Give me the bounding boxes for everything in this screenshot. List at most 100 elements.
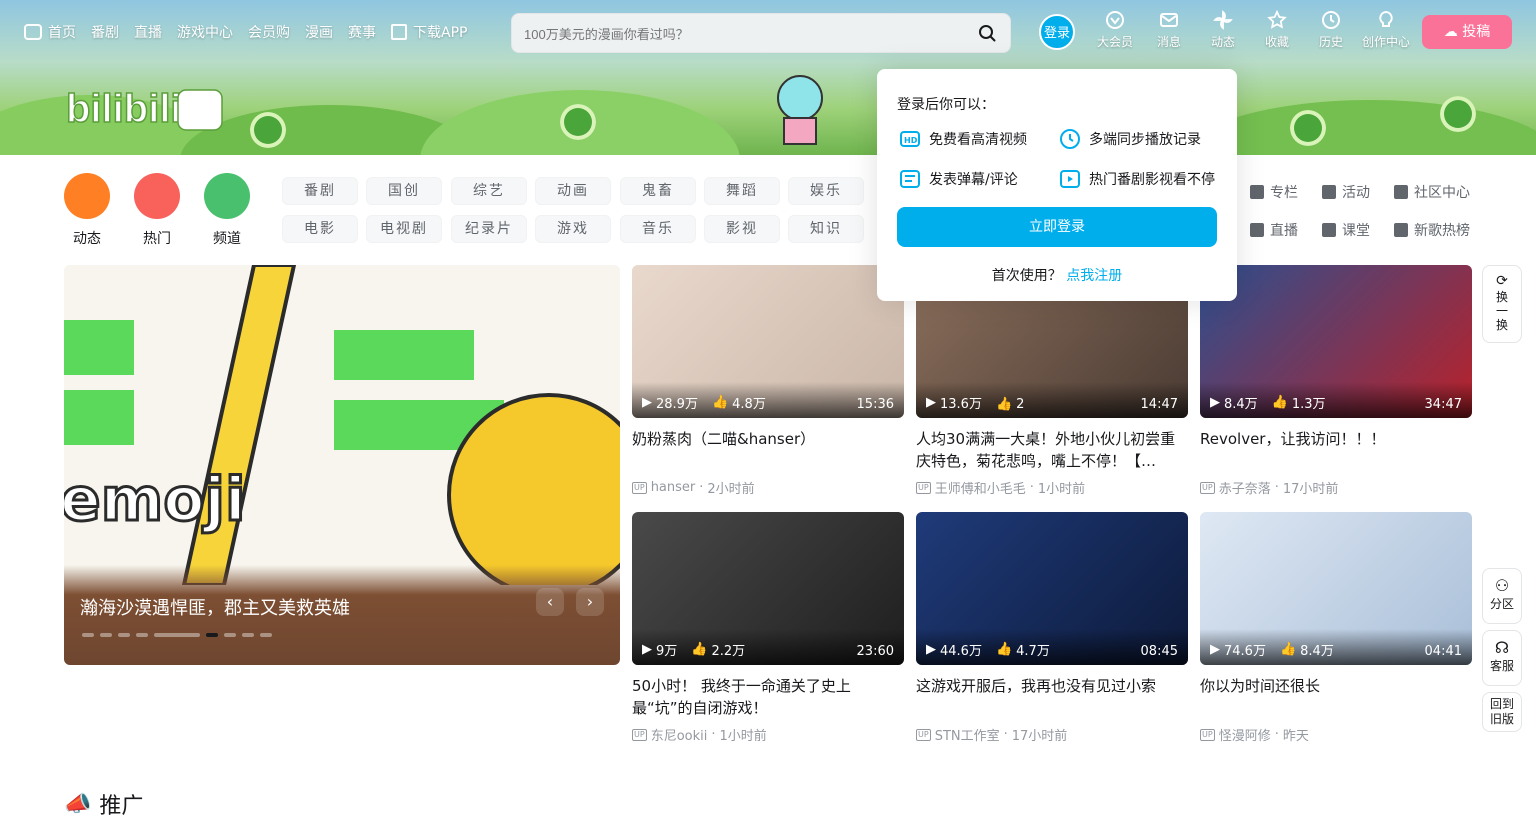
upload-button[interactable]: ☁ 投稿 bbox=[1422, 15, 1512, 49]
video-card[interactable]: ▶ 74.6万 👍 8.4万 04:41 你以为时间还很长 UP 怪漫阿修 · 昨天 bbox=[1200, 512, 1472, 744]
link-new-songs[interactable]: 新歌热榜 bbox=[1394, 220, 1470, 240]
video-title[interactable]: 50小时！ 我终于一命通关了史上最“坑”的自闭游戏！ bbox=[632, 675, 904, 719]
feature-label: 免费看高清视频 bbox=[929, 132, 1027, 148]
chip-film[interactable]: 影视 bbox=[704, 215, 780, 243]
video-thumbnail[interactable]: ▶ 28.9万 👍 4.8万 15:36 bbox=[632, 265, 904, 418]
customer-service-button[interactable]: ☊ 客服 bbox=[1482, 630, 1522, 686]
old-version-label: 回到旧版 bbox=[1489, 697, 1514, 726]
chip-tv[interactable]: 电视剧 bbox=[366, 215, 442, 243]
thumbs-up-icon: 👍 bbox=[711, 395, 729, 410]
message-entry[interactable]: 消息 bbox=[1142, 10, 1196, 50]
video-thumbnail[interactable]: ▶ 9万 👍 2.2万 23:60 bbox=[632, 512, 904, 665]
register-link[interactable]: 点我注册 bbox=[1066, 268, 1122, 284]
video-card[interactable]: ▶ 8.4万 👍 1.3万 34:47 Revolver，让我访问！！！ UP 赤子奈… bbox=[1200, 265, 1472, 497]
channel-channels[interactable]: 频道 bbox=[192, 173, 262, 248]
chip-game[interactable]: 游戏 bbox=[535, 215, 611, 243]
carousel-dot[interactable] bbox=[136, 633, 148, 637]
video-title[interactable]: 你以为时间还很长 bbox=[1200, 675, 1472, 719]
views-count: 74.6万 bbox=[1224, 644, 1266, 659]
history-entry[interactable]: 历史 bbox=[1304, 10, 1358, 50]
carousel-dot[interactable] bbox=[118, 633, 130, 637]
carousel-dot[interactable] bbox=[242, 633, 254, 637]
chip-music[interactable]: 音乐 bbox=[620, 215, 696, 243]
uploader-name[interactable]: 怪漫阿修 bbox=[1219, 725, 1271, 744]
carousel-title[interactable]: 瀚海沙漠遇悍匪，郡主又美救英雄 bbox=[80, 594, 350, 620]
chip-documentary[interactable]: 纪录片 bbox=[451, 215, 527, 243]
nav-home[interactable]: 首页 bbox=[24, 22, 76, 42]
chip-movie[interactable]: 电影 bbox=[282, 215, 358, 243]
uploader-name[interactable]: hanser bbox=[651, 480, 696, 495]
nav-match[interactable]: 赛事 bbox=[348, 22, 376, 42]
video-stats: ▶ 74.6万 👍 8.4万 04:41 bbox=[1200, 629, 1472, 665]
carousel-dot-active[interactable] bbox=[206, 633, 218, 637]
music-icon bbox=[1394, 223, 1408, 237]
old-version-button[interactable]: 回到旧版 bbox=[1482, 692, 1522, 732]
chip-guochuang[interactable]: 国创 bbox=[366, 177, 442, 205]
carousel-dot[interactable] bbox=[260, 633, 272, 637]
carousel-dot[interactable] bbox=[224, 633, 236, 637]
chip-dance[interactable]: 舞蹈 bbox=[704, 177, 780, 205]
vip-entry[interactable]: 大会员 bbox=[1088, 10, 1142, 50]
thumbs-up-icon: 👍 bbox=[1279, 642, 1297, 657]
nav-manga[interactable]: 漫画 bbox=[305, 22, 333, 42]
dynamic-entry[interactable]: 动态 bbox=[1196, 10, 1250, 50]
carousel-prev-button[interactable]: ‹ bbox=[536, 588, 564, 616]
video-card[interactable]: ▶ 9万 👍 2.2万 23:60 50小时！ 我终于一命通关了史上最“坑”的自闭游… bbox=[632, 512, 904, 744]
video-card[interactable]: ▶ 44.6万 👍 4.7万 08:45 这游戏开服后，我再也没有见过小索 UP ST… bbox=[916, 512, 1188, 744]
video-thumbnail[interactable]: ▶ 44.6万 👍 4.7万 08:45 bbox=[916, 512, 1188, 665]
video-thumbnail[interactable]: ▶ 8.4万 👍 1.3万 34:47 bbox=[1200, 265, 1472, 418]
carousel-next-button[interactable]: › bbox=[576, 588, 604, 616]
nav-live[interactable]: 直播 bbox=[134, 22, 162, 42]
channel-hot[interactable]: 热门 bbox=[122, 173, 192, 248]
column-icon bbox=[1250, 185, 1264, 199]
video-title[interactable]: 奶粉蒸肉（二喵&hanser） bbox=[632, 428, 904, 472]
category-button[interactable]: ⚇ 分区 bbox=[1482, 568, 1522, 624]
video-title[interactable]: Revolver，让我访问！！！ bbox=[1200, 428, 1472, 472]
chip-animation[interactable]: 动画 bbox=[535, 177, 611, 205]
video-thumbnail[interactable]: ▶ 74.6万 👍 8.4万 04:41 bbox=[1200, 512, 1472, 665]
login-avatar-button[interactable]: 登录 bbox=[1039, 14, 1075, 50]
uploader-name[interactable]: 东尼ookii bbox=[651, 725, 708, 744]
video-title[interactable]: 这游戏开服后，我再也没有见过小索 bbox=[916, 675, 1188, 719]
svg-text:emoji: emoji bbox=[64, 465, 246, 535]
uploader-name[interactable]: 赤子奈落 bbox=[1219, 478, 1271, 497]
promo-section-header: 📣 推广 bbox=[64, 788, 143, 820]
login-now-button[interactable]: 立即登录 bbox=[897, 207, 1217, 247]
uploader-name[interactable]: STN工作室 bbox=[935, 725, 1000, 744]
favorites-entry[interactable]: 收藏 bbox=[1250, 10, 1304, 50]
chip-kichiku[interactable]: 鬼畜 bbox=[620, 177, 696, 205]
views-count: 28.9万 bbox=[656, 397, 698, 412]
video-meta: UP STN工作室 · 17小时前 bbox=[916, 725, 1188, 744]
link-column[interactable]: 专栏 bbox=[1250, 182, 1298, 202]
uploader-name[interactable]: 王师傅和小毛毛 bbox=[935, 478, 1026, 497]
channel-dynamic[interactable]: 动态 bbox=[52, 173, 122, 248]
link-live[interactable]: 直播 bbox=[1250, 220, 1298, 240]
link-classroom[interactable]: 课堂 bbox=[1322, 220, 1370, 240]
banner-carousel[interactable]: emoji 瀚海沙漠遇悍匪，郡主又美救英雄 ‹ › bbox=[64, 265, 620, 665]
link-activity[interactable]: 活动 bbox=[1322, 182, 1370, 202]
nav-game-center[interactable]: 游戏中心 bbox=[177, 22, 233, 42]
creator-center-entry[interactable]: 创作中心 bbox=[1358, 10, 1414, 50]
clover-decoration bbox=[250, 112, 286, 148]
carousel-dot[interactable] bbox=[154, 633, 200, 637]
nav-vip-shop[interactable]: 会员购 bbox=[248, 22, 290, 42]
video-title[interactable]: 人均30满满一大桌！外地小伙儿初尝重庆特色，菊花悲鸣，嘴上不停！【… bbox=[916, 428, 1188, 472]
refresh-button[interactable]: ⟳ 换一换 bbox=[1482, 265, 1522, 343]
search-icon[interactable] bbox=[978, 24, 996, 42]
views-stat: ▶ 74.6万 bbox=[1210, 640, 1266, 659]
play-icon: ▶ bbox=[1210, 395, 1220, 410]
carousel-dot[interactable] bbox=[82, 633, 94, 637]
carousel-dot[interactable] bbox=[100, 633, 112, 637]
search-input[interactable] bbox=[524, 22, 964, 46]
chip-bangumi[interactable]: 番剧 bbox=[282, 177, 358, 205]
chip-knowledge[interactable]: 知识 bbox=[788, 215, 864, 243]
nav-download-app[interactable]: 下载APP bbox=[391, 22, 467, 42]
channel-label: 动态 bbox=[73, 231, 101, 247]
nav-anime[interactable]: 番剧 bbox=[91, 22, 119, 42]
link-community[interactable]: 社区中心 bbox=[1394, 182, 1470, 202]
chip-entertainment[interactable]: 娱乐 bbox=[788, 177, 864, 205]
bilibili-logo[interactable]: bilibili bbox=[66, 82, 226, 132]
chip-variety[interactable]: 综艺 bbox=[451, 177, 527, 205]
up-icon: UP bbox=[632, 481, 647, 494]
video-card[interactable]: ▶ 28.9万 👍 4.8万 15:36 奶粉蒸肉（二喵&hanser） UP han… bbox=[632, 265, 904, 497]
